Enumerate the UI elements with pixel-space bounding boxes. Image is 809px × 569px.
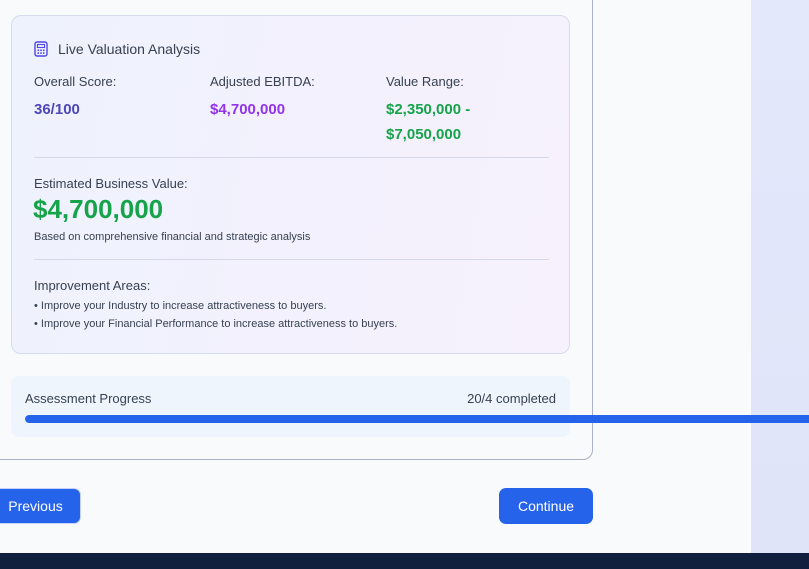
estimated-value-label: Estimated Business Value: [34,176,188,191]
divider [34,259,549,260]
overall-score-value: 36/100 [34,101,80,118]
estimated-value-note: Based on comprehensive financial and str… [34,231,311,243]
valuation-card-title: Live Valuation Analysis [58,41,201,57]
value-range-value: $2,350,000 - $7,050,000 [386,97,470,147]
progress-count: 20/4 completed [467,391,556,406]
valuation-card-header: Live Valuation Analysis [34,41,200,57]
overall-score-label: Overall Score: [34,74,117,89]
adjusted-ebitda-label: Adjusted EBITDA: [210,74,315,89]
improvement-areas-label: Improvement Areas: [34,278,151,293]
improvement-item: • Improve your Financial Performance to … [34,318,398,330]
value-range-low: $2,350,000 - [386,101,471,118]
live-valuation-card: Live Valuation Analysis Overall Score: 3… [11,15,570,354]
assessment-progress-card: Assessment Progress 20/4 completed [11,376,570,437]
continue-button[interactable]: Continue [499,488,593,524]
estimated-value: $4,700,000 [33,194,164,224]
value-range-high: $7,050,000 [386,126,462,143]
previous-button[interactable]: Previous [0,488,81,524]
divider [34,157,549,158]
footer-bar [0,553,809,569]
value-range-label: Value Range: [386,74,464,89]
improvement-item: • Improve your Industry to increase attr… [34,300,327,312]
calculator-icon [34,41,48,57]
side-panel-background [751,0,809,553]
progress-label: Assessment Progress [25,391,152,406]
progress-bar [25,415,809,423]
adjusted-ebitda-value: $4,700,000 [210,101,286,118]
progress-bar-fill [25,415,809,423]
